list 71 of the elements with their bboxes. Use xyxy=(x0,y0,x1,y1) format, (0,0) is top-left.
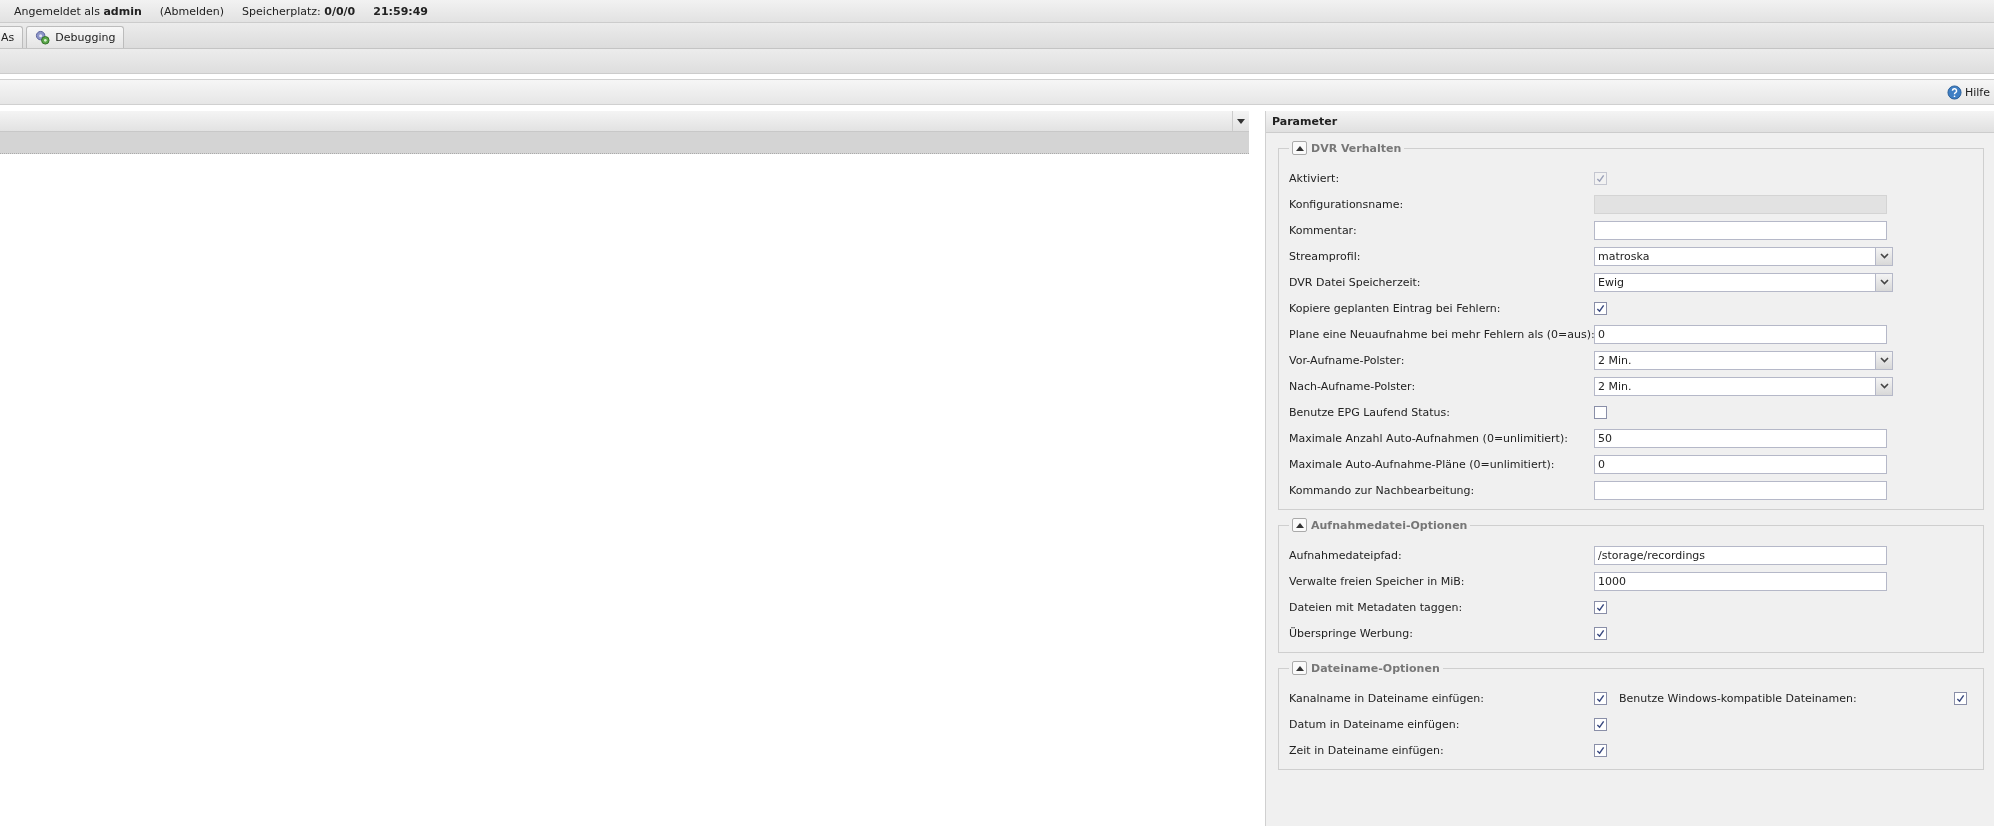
checkbox[interactable] xyxy=(1594,301,1607,315)
chevron-down-icon xyxy=(1879,253,1889,259)
checkmark-icon xyxy=(1596,173,1605,183)
field-label: Kopiere geplanten Eintrag bei Fehlern: xyxy=(1289,301,1502,315)
logout-link[interactable]: (Abmelden) xyxy=(159,4,225,18)
section-title: Dateiname-Optionen xyxy=(1311,661,1440,675)
chevron-down-icon xyxy=(1879,279,1889,285)
section-title: Aufnahmedatei-Optionen xyxy=(1311,518,1468,532)
field-label: Benutze Windows-kompatible Dateinamen: xyxy=(1619,691,1858,705)
field-label: Maximale Auto-Aufnahme-Pläne (0=unlimitiert): xyxy=(1289,457,1556,471)
clock-text: 21:59:49 xyxy=(373,4,428,18)
checkbox[interactable] xyxy=(1594,691,1607,705)
collapse-button[interactable] xyxy=(1292,141,1307,155)
text-field[interactable]: 0 xyxy=(1594,324,1887,344)
field-label: Zeit in Dateiname einfügen: xyxy=(1289,743,1445,757)
field-label: Kanalname in Dateiname einfügen: xyxy=(1289,691,1485,705)
field-label: Aktiviert: xyxy=(1289,171,1341,185)
field-label: Aufnahmedateipfad: xyxy=(1289,548,1403,562)
dropdown-field[interactable]: 2 Min. xyxy=(1594,376,1893,396)
text-field[interactable]: 1000 xyxy=(1594,571,1887,591)
tab[interactable]: Debugging xyxy=(26,26,125,48)
field-label: Datum in Dateiname einfügen: xyxy=(1289,717,1461,731)
help-button[interactable]: Hilfe xyxy=(1946,84,1994,100)
checkmark-icon xyxy=(1596,745,1605,755)
checkbox[interactable] xyxy=(1594,600,1607,614)
field-label: Überspringe Werbung: xyxy=(1289,626,1414,640)
up-triangle-icon xyxy=(1295,145,1304,151)
checkbox[interactable] xyxy=(1594,405,1607,419)
checkmark-icon xyxy=(1596,693,1605,703)
checkmark-icon xyxy=(1596,628,1605,638)
field-label: Maximale Anzahl Auto-Aufnahmen (0=unlimitiert): xyxy=(1289,431,1569,445)
field-label: Kommentar: xyxy=(1289,223,1358,237)
text-field[interactable]: /storage/recordings xyxy=(1594,545,1887,565)
panel-title: Parameter xyxy=(1272,115,1338,128)
checkmark-icon xyxy=(1596,719,1605,729)
help-icon xyxy=(1946,84,1962,100)
up-triangle-icon xyxy=(1295,522,1304,528)
field-label: Konfigurationsname: xyxy=(1289,197,1405,211)
field-label: Nach-Aufname-Polster: xyxy=(1289,379,1417,393)
field-label: Verwalte freien Speicher in MiB: xyxy=(1289,574,1466,588)
collapse-button[interactable] xyxy=(1292,518,1307,532)
text-field[interactable] xyxy=(1594,220,1887,240)
logged-in-text: Angemeldet als admin xyxy=(14,4,142,18)
storage-text: Speicherplatz: 0/0/0 xyxy=(242,4,356,18)
checkbox[interactable] xyxy=(1954,691,1967,705)
text-field[interactable]: 50 xyxy=(1594,428,1887,448)
field-label: Benutze EPG Laufend Status: xyxy=(1289,405,1451,419)
text-field[interactable] xyxy=(1594,480,1887,500)
field-label: Streamprofil: xyxy=(1289,249,1362,263)
checkmark-icon xyxy=(1596,303,1605,313)
checkbox[interactable] xyxy=(1594,743,1607,757)
dropdown-field[interactable]: 2 Min. xyxy=(1594,350,1893,370)
collapse-button[interactable] xyxy=(1292,661,1307,675)
text-field[interactable]: 0 xyxy=(1594,454,1887,474)
field-label: Kommando zur Nachbearbeitung: xyxy=(1289,483,1476,497)
tab[interactable]: As xyxy=(0,26,24,48)
field-label: Dateien mit Metadaten taggen: xyxy=(1289,600,1464,614)
chevron-down-icon xyxy=(1879,383,1889,389)
chevron-down-icon xyxy=(1879,357,1889,363)
dropdown-field[interactable]: Ewig xyxy=(1594,272,1893,292)
section-title: DVR Verhalten xyxy=(1311,141,1402,155)
checkbox[interactable] xyxy=(1594,626,1607,640)
checkbox[interactable] xyxy=(1594,717,1607,731)
field-label: DVR Datei Speicherzeit: xyxy=(1289,275,1422,289)
caret-icon xyxy=(1237,118,1245,124)
field-label: Plane eine Neuaufnahme bei mehr Fehlern als (0=aus): xyxy=(1289,327,1594,341)
field-label: Vor-Aufname-Polster: xyxy=(1289,353,1406,367)
dropdown-field[interactable]: matroska xyxy=(1594,246,1893,266)
checkmark-icon xyxy=(1596,602,1605,612)
checkmark-icon xyxy=(1956,693,1965,703)
up-triangle-icon xyxy=(1295,665,1304,671)
